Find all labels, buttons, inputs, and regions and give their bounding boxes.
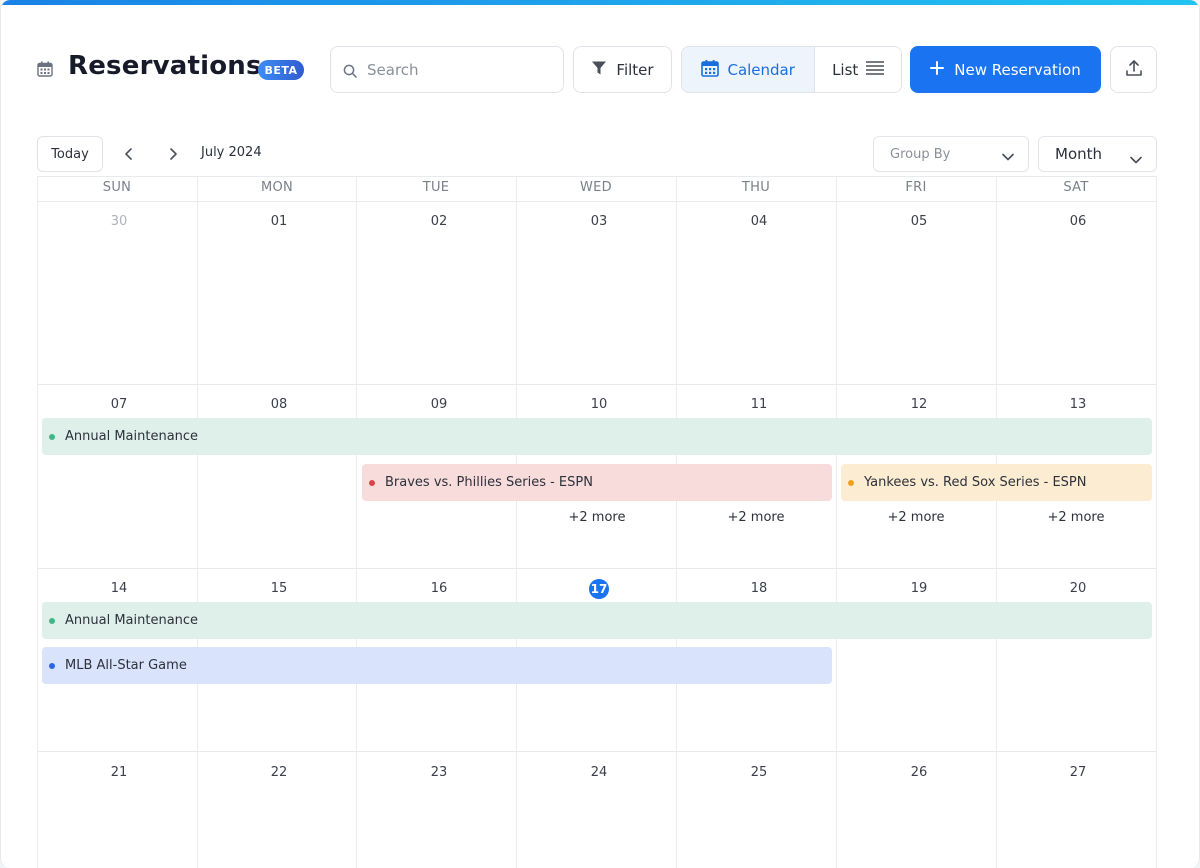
day-number[interactable]: 02	[359, 214, 519, 229]
day-number[interactable]: 09	[359, 397, 519, 412]
day-number[interactable]: 12	[839, 397, 999, 412]
day-number[interactable]: 06	[998, 214, 1158, 229]
chevron-right-icon	[168, 145, 178, 164]
event-dot	[49, 434, 55, 440]
day-number[interactable]: 30	[39, 214, 199, 229]
day-number[interactable]: 01	[199, 214, 359, 229]
filter-label: Filter	[616, 60, 654, 79]
filter-button[interactable]: Filter	[573, 46, 672, 93]
search-box[interactable]	[330, 46, 564, 93]
day-number[interactable]: 23	[359, 765, 519, 780]
weekday-header: SUN	[102, 180, 132, 195]
day-number[interactable]: 14	[39, 581, 199, 596]
event-label: Annual Maintenance	[65, 613, 199, 628]
event-dot	[49, 618, 55, 624]
list-view-button[interactable]: List	[815, 47, 901, 92]
page-title: Reservations	[68, 51, 262, 81]
grid-line	[37, 568, 1157, 569]
search-icon	[343, 63, 357, 82]
day-number[interactable]: 24	[519, 765, 679, 780]
day-number[interactable]: 10	[519, 397, 679, 412]
month-calendar-grid: SUN MON TUE WED THU FRI SAT 30 01 02 03 …	[37, 176, 1157, 868]
header: Reservations BETA Filter Calendar List	[1, 46, 1199, 94]
more-events-link[interactable]: +2 more	[676, 510, 836, 525]
event-dot	[49, 663, 55, 669]
day-number[interactable]: 20	[998, 581, 1158, 596]
filter-icon	[591, 60, 607, 80]
event-yankees-redsox[interactable]: Yankees vs. Red Sox Series - ESPN	[841, 464, 1152, 501]
day-number[interactable]: 25	[679, 765, 839, 780]
event-label: MLB All-Star Game	[65, 658, 187, 673]
grid-line	[37, 384, 1157, 385]
event-dot	[848, 480, 854, 486]
chevron-down-icon	[1002, 150, 1014, 165]
today-day-number[interactable]: 17	[519, 579, 679, 599]
day-number[interactable]: 04	[679, 214, 839, 229]
day-number[interactable]: 26	[839, 765, 999, 780]
day-number[interactable]: 27	[998, 765, 1158, 780]
day-number[interactable]: 21	[39, 765, 199, 780]
calendar-view-button[interactable]: Calendar	[682, 47, 816, 92]
search-input[interactable]	[367, 60, 547, 79]
list-view-label: List	[832, 60, 859, 79]
today-marker: 17	[589, 579, 609, 599]
event-label: Braves vs. Phillies Series - ESPN	[385, 475, 593, 490]
calendar-view-icon	[701, 59, 720, 81]
weekday-header: WED	[580, 180, 612, 195]
event-label: Annual Maintenance	[65, 429, 199, 444]
plus-icon	[930, 60, 945, 79]
upload-icon	[1125, 59, 1143, 81]
event-annual-maintenance[interactable]: Annual Maintenance	[42, 602, 1152, 639]
new-reservation-button[interactable]: New Reservation	[910, 46, 1101, 93]
grid-line	[37, 176, 1157, 177]
grid-line	[37, 176, 38, 868]
event-label: Yankees vs. Red Sox Series - ESPN	[864, 475, 1087, 490]
grid-line	[37, 751, 1157, 752]
day-number[interactable]: 22	[199, 765, 359, 780]
app-window: Reservations BETA Filter Calendar List	[0, 0, 1200, 868]
calendar-icon	[37, 61, 53, 77]
day-number[interactable]: 13	[998, 397, 1158, 412]
day-number[interactable]: 08	[199, 397, 359, 412]
top-accent-bar	[1, 0, 1199, 5]
export-button[interactable]	[1110, 46, 1157, 93]
weekday-header: MON	[260, 180, 294, 195]
more-events-link[interactable]: +2 more	[836, 510, 996, 525]
next-month-button[interactable]	[164, 145, 182, 163]
view-mode-select[interactable]: Month	[1038, 136, 1157, 172]
day-number[interactable]: 05	[839, 214, 999, 229]
event-braves-phillies[interactable]: Braves vs. Phillies Series - ESPN	[362, 464, 832, 501]
new-reservation-label: New Reservation	[954, 60, 1081, 79]
day-number[interactable]: 15	[199, 581, 359, 596]
view-mode-value: Month	[1055, 145, 1103, 163]
day-number[interactable]: 16	[359, 581, 519, 596]
more-events-link[interactable]: +2 more	[517, 510, 677, 525]
grid-line	[37, 201, 1157, 202]
event-dot	[369, 480, 375, 486]
day-number[interactable]: 19	[839, 581, 999, 596]
event-mlb-all-star-game[interactable]: MLB All-Star Game	[42, 647, 832, 684]
group-by-placeholder: Group By	[890, 146, 951, 162]
weekday-header: TUE	[422, 180, 450, 195]
day-number[interactable]: 03	[519, 214, 679, 229]
chevron-down-icon	[1130, 150, 1142, 168]
prev-month-button[interactable]	[120, 145, 138, 163]
beta-badge: BETA	[258, 60, 304, 80]
group-by-select[interactable]: Group By	[873, 136, 1029, 172]
view-toggle: Calendar List	[681, 46, 902, 93]
chevron-left-icon	[124, 145, 134, 164]
weekday-header: FRI	[905, 180, 927, 195]
list-icon	[866, 60, 885, 79]
day-number[interactable]: 11	[679, 397, 839, 412]
weekday-header: THU	[741, 180, 771, 195]
day-number[interactable]: 07	[39, 397, 199, 412]
day-number[interactable]: 18	[679, 581, 839, 596]
current-month-label: July 2024	[201, 145, 262, 160]
event-annual-maintenance[interactable]: Annual Maintenance	[42, 418, 1152, 455]
weekday-header: SAT	[1063, 180, 1089, 195]
calendar-view-label: Calendar	[727, 60, 795, 79]
more-events-link[interactable]: +2 more	[996, 510, 1156, 525]
today-button[interactable]: Today	[37, 136, 103, 172]
